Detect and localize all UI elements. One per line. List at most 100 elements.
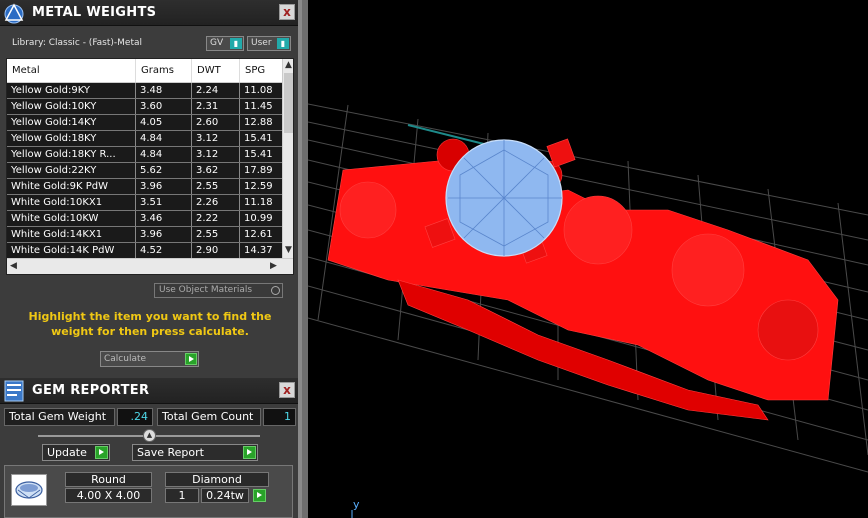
gv-select[interactable]: GV ▮ [206,36,244,51]
dwt-cell: 2.26 [192,195,240,210]
grams-cell: 4.52 [136,243,192,258]
gv-select-label: GV [210,38,224,48]
grams-cell: 3.96 [136,179,192,194]
gem-panel-close-button[interactable]: x [279,382,295,398]
metal-table-body: Yellow Gold:9KY 3.48 2.24 11.08 Yellow Gold… [7,83,284,259]
update-label: Update [47,446,87,459]
gem-reporter-title: GEM REPORTER [32,383,150,398]
vertical-scroll-thumb[interactable] [284,73,293,133]
dwt-cell: 2.24 [192,83,240,98]
table-row[interactable]: Yellow Gold:9KY 3.48 2.24 11.08 [7,83,284,99]
gem-reporter-header: GEM REPORTER x [0,378,298,404]
grams-cell: 3.60 [136,99,192,114]
scroll-right-icon[interactable]: ▶ [270,261,277,271]
scroll-up-icon[interactable]: ▲ [285,60,292,70]
dwt-cell: 2.90 [192,243,240,258]
grams-cell: 3.96 [136,227,192,242]
table-row[interactable]: Yellow Gold:18KY R... 4.84 3.12 15.41 [7,147,284,163]
play-arrow-icon [185,353,197,365]
column-header-metal[interactable]: Metal [7,59,136,82]
round-diamond-thumbnail-icon[interactable] [11,474,47,506]
dwt-cell: 2.55 [192,227,240,242]
table-row[interactable]: White Gold:14K PdW 4.52 2.90 14.37 [7,243,284,259]
metal-panel-close-button[interactable]: x [279,4,295,20]
grams-cell: 4.84 [136,131,192,146]
grams-cell: 4.05 [136,115,192,130]
spg-cell: 12.61 [240,227,284,242]
scroll-down-icon[interactable]: ▼ [285,245,292,255]
use-object-materials-label: Use Object Materials [159,285,253,295]
grams-cell: 3.51 [136,195,192,210]
radio-icon [271,286,280,295]
user-select-label: User [251,38,272,48]
metal-name: White Gold:10KX1 [7,195,136,210]
dwt-cell: 2.60 [192,115,240,130]
metal-table: Metal Grams DWT SPG Yellow Gold:9KY 3.48 2… [6,58,294,275]
gem-weight-cell: 0.24tw [201,488,249,503]
metal-weights-header: METAL WEIGHTS x [0,0,298,26]
spg-cell: 12.59 [240,179,284,194]
table-row[interactable]: White Gold:14KX1 3.96 2.55 12.61 [7,227,284,243]
grams-cell: 4.84 [136,147,192,162]
collapse-toggle-icon[interactable]: ▲ [143,429,156,442]
gem-list: Round Diamond 4.00 X 4.00 1 0.24tw [4,465,293,518]
table-row[interactable]: White Gold:9K PdW 3.96 2.55 12.59 [7,179,284,195]
table-row[interactable]: Yellow Gold:18KY 4.84 3.12 15.41 [7,131,284,147]
table-row[interactable]: White Gold:10KX1 3.51 2.26 11.18 [7,195,284,211]
ring-metal-model [327,138,839,421]
diamond-gem-model [445,139,563,257]
spg-cell: 12.88 [240,115,284,130]
spg-cell: 11.08 [240,83,284,98]
use-object-materials-toggle[interactable]: Use Object Materials [154,283,283,298]
save-report-button[interactable]: Save Report [132,444,258,461]
dwt-cell: 3.12 [192,131,240,146]
metal-name: Yellow Gold:18KY [7,131,136,146]
app-root: METAL WEIGHTS x Library: Classic - (Fast… [0,0,868,518]
user-select[interactable]: User ▮ [247,36,291,51]
dwt-cell: 3.62 [192,163,240,178]
metal-name: Yellow Gold:18KY R... [7,147,136,162]
table-row[interactable]: Yellow Gold:10KY 3.60 2.31 11.45 [7,99,284,115]
column-header-grams[interactable]: Grams [136,59,192,82]
table-row[interactable]: Yellow Gold:22KY 5.62 3.62 17.89 [7,163,284,179]
calculate-hint-text: Highlight the item you want to find the … [28,310,272,338]
metal-name: White Gold:10KW [7,211,136,226]
spg-cell: 15.41 [240,147,284,162]
grams-cell: 3.46 [136,211,192,226]
total-gem-weight-label: Total Gem Weight [4,408,115,426]
gem-row-go-button[interactable] [253,489,266,502]
metal-name: Yellow Gold:9KY [7,83,136,98]
report-icon [2,379,26,403]
gem-type-cell: Diamond [165,472,269,487]
viewport-canvas: y [308,103,868,518]
grams-cell: 3.48 [136,83,192,98]
horizontal-scrollbar[interactable]: ◀ ▶ [7,258,293,274]
table-row[interactable]: Yellow Gold:14KY 4.05 2.60 12.88 [7,115,284,131]
spg-cell: 15.41 [240,131,284,146]
column-header-spg[interactable]: SPG [240,59,284,82]
dwt-cell: 3.12 [192,147,240,162]
vertical-scrollbar[interactable]: ▲ ▼ [282,59,293,259]
metal-name: White Gold:14K PdW [7,243,136,258]
play-arrow-icon [95,446,108,459]
spg-cell: 11.18 [240,195,284,210]
scroll-left-icon[interactable]: ◀ [10,261,17,271]
total-gem-weight-value: .24 [117,408,153,426]
metal-name: Yellow Gold:10KY [7,99,136,114]
library-label: Library: Classic - (Fast)-Metal [12,38,143,48]
gv-dropdown-icon: ▮ [230,38,242,49]
gem-count-cell: 1 [165,488,199,503]
calculate-button[interactable]: Calculate [100,351,199,367]
table-row[interactable]: White Gold:10KW 3.46 2.22 10.99 [7,211,284,227]
spg-cell: 14.37 [240,243,284,258]
gem-size-cell: 4.00 X 4.00 [65,488,152,503]
metal-weights-title: METAL WEIGHTS [32,5,157,20]
column-header-dwt[interactable]: DWT [192,59,240,82]
update-button[interactable]: Update [42,444,110,461]
gem-totals: Total Gem Weight .24 Total Gem Count 1 [4,408,296,426]
left-panel: METAL WEIGHTS x Library: Classic - (Fast… [0,0,302,518]
gem-shape-cell: Round [65,472,152,487]
3d-viewport[interactable]: y [308,0,868,518]
grams-cell: 5.62 [136,163,192,178]
user-dropdown-icon: ▮ [277,38,289,49]
